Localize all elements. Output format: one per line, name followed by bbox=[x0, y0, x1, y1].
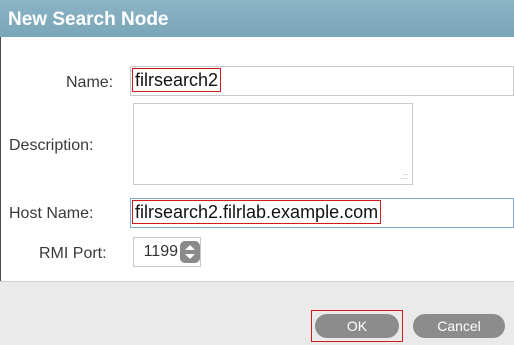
spinner-up-icon[interactable] bbox=[185, 245, 195, 250]
name-value: filrsearch2 bbox=[132, 68, 222, 92]
name-field[interactable]: filrsearch2 bbox=[130, 66, 514, 96]
name-label: Name: bbox=[66, 74, 114, 91]
new-search-node-dialog: New Search Node Name: filrsearch2 Descri… bbox=[0, 0, 514, 345]
rmi-port-label: RMI Port: bbox=[39, 245, 107, 262]
spinner-arrows-icon[interactable] bbox=[180, 241, 200, 263]
ok-button[interactable]: OK bbox=[315, 314, 399, 338]
host-name-field[interactable]: filrsearch2.filrlab.example.com bbox=[130, 198, 514, 228]
description-textarea[interactable]: .:: bbox=[133, 103, 413, 185]
description-label: Description: bbox=[9, 137, 94, 154]
dialog-titlebar[interactable]: New Search Node bbox=[0, 0, 514, 37]
dialog-footer: OK Cancel bbox=[0, 281, 514, 345]
host-name-value: filrsearch2.filrlab.example.com bbox=[132, 200, 382, 224]
resize-grip-icon[interactable]: .:: bbox=[400, 172, 408, 181]
rmi-port-spinner[interactable]: 1199 bbox=[133, 237, 201, 267]
dialog-title: New Search Node bbox=[8, 9, 169, 30]
spinner-down-icon[interactable] bbox=[185, 254, 195, 259]
cancel-button[interactable]: Cancel bbox=[413, 314, 505, 338]
rmi-port-value: 1199 bbox=[143, 243, 178, 260]
host-name-label: Host Name: bbox=[9, 205, 94, 222]
